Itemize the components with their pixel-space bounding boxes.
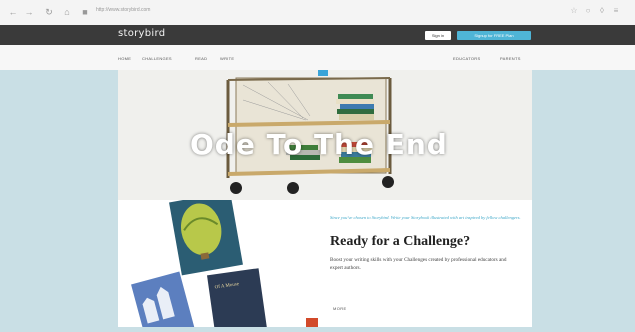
home-icon[interactable]: ⌂ xyxy=(62,7,72,17)
more-link[interactable]: MORE xyxy=(333,306,347,311)
page-margin-left xyxy=(0,70,118,327)
menu-item-parents[interactable]: PARENTS xyxy=(500,56,521,61)
reload-icon[interactable]: ↻ xyxy=(44,7,54,17)
browser-toolbar: ← → ↻ ⌂ ■ http://www.storybird.com ☆ ○ ◊… xyxy=(0,0,635,26)
forward-icon[interactable]: → xyxy=(24,7,34,17)
menu-item-challenges[interactable]: CHALLENGES xyxy=(142,56,172,61)
site-header: storybird Sign in Signup for FREE Plan xyxy=(0,25,635,45)
menu-item-write[interactable]: WRITE xyxy=(220,56,234,61)
challenge-headline: Ready for a Challenge? xyxy=(330,234,471,249)
book-covers-illustration: Of A Mouse xyxy=(131,191,318,332)
menu-item-educators[interactable]: EDUCATORS xyxy=(453,56,480,61)
sign-in-button[interactable]: Sign in xyxy=(425,31,451,40)
lock-icon[interactable]: ○ xyxy=(584,7,592,15)
nav-menu: HOME CHALLENGES READ WRITE EDUCATORS PAR… xyxy=(0,45,635,70)
page-margin-right xyxy=(532,70,635,327)
menu-item-home[interactable]: HOME xyxy=(118,56,131,61)
page-icon: ■ xyxy=(82,7,88,17)
logo[interactable]: storybird xyxy=(118,28,165,39)
signup-button[interactable]: Signup for FREE Plan xyxy=(457,31,531,40)
menu-icon[interactable]: ≡ xyxy=(612,7,620,15)
challenge-tagline: Since you've chosen to Storybird. Write … xyxy=(330,215,521,220)
menu-item-read[interactable]: READ xyxy=(195,56,207,61)
extension-icon[interactable]: ◊ xyxy=(598,7,606,15)
address-bar[interactable]: http://www.storybird.com xyxy=(96,7,216,17)
bookmark-icon[interactable]: ☆ xyxy=(570,7,578,15)
challenge-description: Boost your writing skills with your Chal… xyxy=(330,257,507,271)
back-icon[interactable]: ← xyxy=(8,7,18,17)
hero-title: Ode To The End xyxy=(190,128,448,161)
